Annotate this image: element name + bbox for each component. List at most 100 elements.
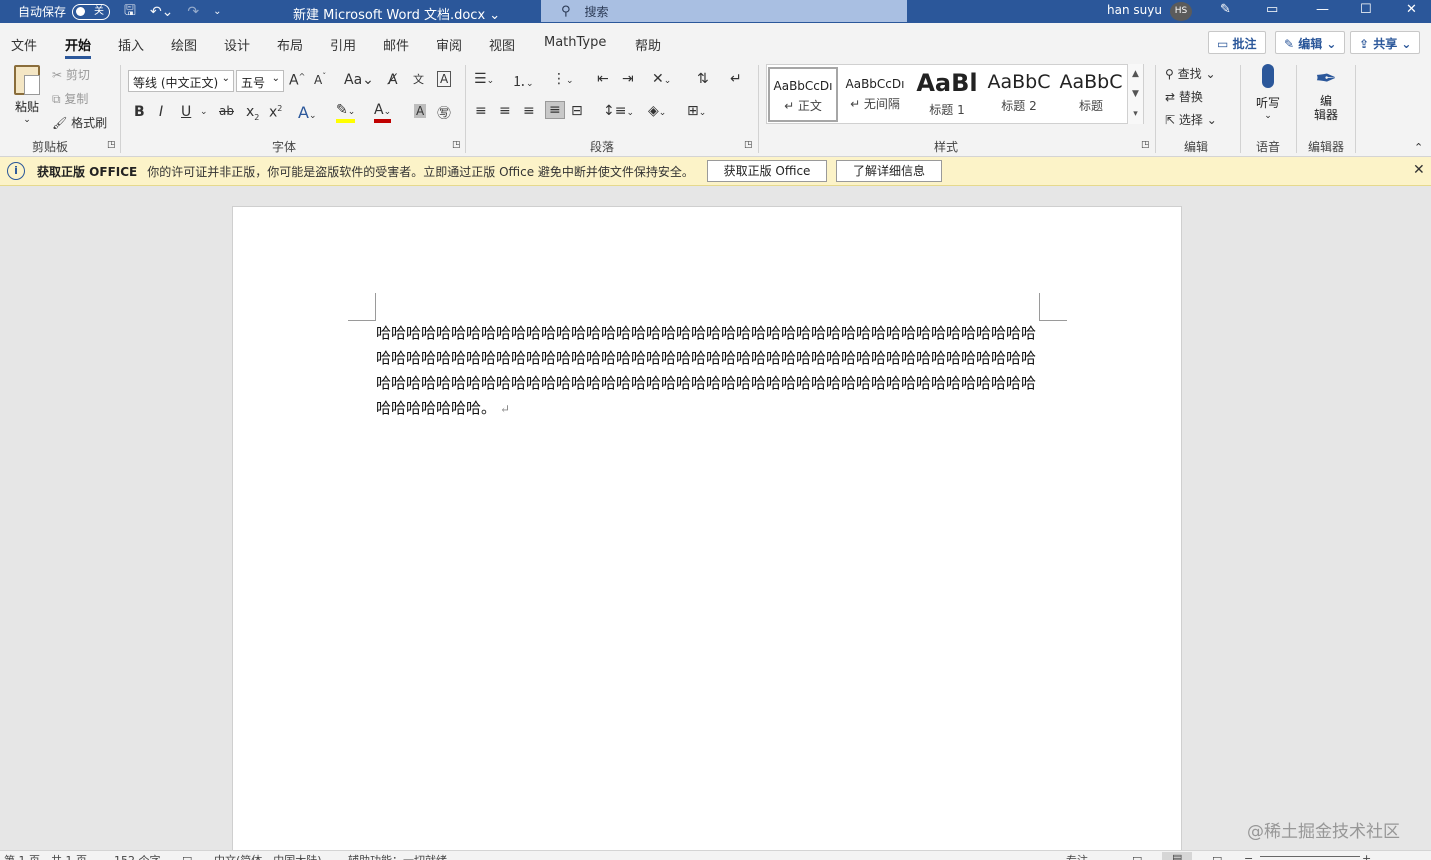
avatar[interactable]: HS [1170,2,1192,21]
underline-dropdown-icon[interactable]: ⌄ [200,107,208,117]
subscript-icon[interactable]: x2 [246,104,259,122]
style-heading-1[interactable]: AaBl 标题 1 [912,67,982,122]
zoom-out-icon[interactable]: − [1244,852,1253,860]
replace-button[interactable]: ⇄ 替换 [1165,88,1203,105]
multilevel-list-icon[interactable]: ⋮⌄ [552,71,574,87]
style-no-spacing[interactable]: AaBbCcDı ↵ 无间隔 [840,67,910,122]
document-paragraph[interactable]: 哈哈哈哈哈哈哈哈哈哈哈哈哈哈哈哈哈哈哈哈哈哈哈哈哈哈哈哈哈哈哈哈哈哈哈哈哈哈哈哈… [376,324,1036,417]
superscript-icon[interactable]: x2 [269,104,282,121]
clipboard-launcher-icon[interactable]: ◳ [107,140,116,150]
strikethrough-icon[interactable]: ab [219,104,234,118]
clear-format-icon[interactable]: A̸ [388,72,398,88]
scroll-down-icon[interactable]: ▼ [1128,84,1143,104]
tab-view[interactable]: 视图 [489,35,515,54]
ribbon-display-icon[interactable]: ▭ [1266,2,1278,17]
increase-indent-icon[interactable]: ⇥ [622,71,634,87]
align-left-icon[interactable]: ≡ [475,103,487,119]
get-genuine-office-button[interactable]: 获取正版 Office [707,160,827,182]
tab-home[interactable]: 开始 [65,35,92,59]
style-heading-2[interactable]: AaBbC 标题 2 [984,67,1054,122]
accessibility-status[interactable]: 辅助功能：一切就绪 [348,852,447,860]
editor-button[interactable]: ✒ 编 辑器 [1307,64,1345,122]
tab-design[interactable]: 设计 [224,35,250,54]
text-effects-icon[interactable]: A⌄ [298,103,317,122]
learn-more-button[interactable]: 了解详细信息 [836,160,942,182]
copy-button[interactable]: ⧉ 复制 [52,90,88,107]
format-painter-button[interactable]: 🖌 格式刷 [52,114,107,131]
minimize-icon[interactable]: — [1316,2,1329,17]
bullets-icon[interactable]: ☰⌄ [474,71,494,87]
font-family-select[interactable]: 等线 (中文正文) ⌄ [128,70,234,92]
cut-button[interactable]: ✂ 剪切 [52,66,90,83]
shrink-font-icon[interactable]: Aˇ [314,72,326,87]
collapse-ribbon-icon[interactable]: ⌃ [1414,141,1423,154]
tab-file[interactable]: 文件 [11,35,37,54]
proofing-icon[interactable]: ▭ [182,852,192,860]
phonetic-guide-icon[interactable]: 文 [413,71,424,87]
word-count[interactable]: 152 个字 [114,852,161,860]
line-spacing-icon[interactable]: ↕≡⌄ [603,103,634,119]
font-launcher-icon[interactable]: ◳ [452,140,461,150]
autosave-toggle[interactable]: 关 [72,3,111,20]
select-button[interactable]: ⇱ 选择 ⌄ [1165,111,1217,128]
page-count[interactable]: 第 1 页，共 1 页 [4,852,87,860]
grow-font-icon[interactable]: A^ [289,72,305,89]
comment-button[interactable]: ▭ 批注 [1208,31,1266,54]
character-border-icon[interactable]: A [437,71,452,87]
borders-icon[interactable]: ⊞⌄ [687,103,706,119]
enclose-characters-icon[interactable]: ㊢ [437,103,451,123]
align-center-icon[interactable]: ≡ [499,103,511,119]
style-normal[interactable]: AaBbCcDı ↵ 正文 [768,67,838,122]
document-title[interactable]: 新建 Microsoft Word 文档.docx ⌄ [293,4,500,23]
bold-icon[interactable]: B [134,104,145,120]
styles-gallery[interactable]: AaBbCcDı ↵ 正文 AaBbCcDı ↵ 无间隔 AaBl 标题 1 A… [766,64,1144,124]
shading-icon[interactable]: ◈⌄ [648,103,666,119]
customize-toolbar-icon[interactable]: ⌄ [213,6,221,17]
tab-mathtype[interactable]: MathType [544,35,606,50]
font-size-select[interactable]: 五号 ⌄ [236,70,284,92]
document-body[interactable]: 哈哈哈哈哈哈哈哈哈哈哈哈哈哈哈哈哈哈哈哈哈哈哈哈哈哈哈哈哈哈哈哈哈哈哈哈哈哈哈哈… [376,321,1046,422]
redo-icon[interactable]: ↷ [187,4,199,20]
underline-icon[interactable]: U [181,104,191,120]
user-name[interactable]: han suyu [1107,3,1162,17]
align-right-icon[interactable]: ≡ [523,103,535,119]
maximize-icon[interactable]: ☐ [1360,2,1372,17]
styles-more-icon[interactable]: ▾ [1128,104,1143,124]
change-case-button[interactable]: Aa⌄ [344,72,374,88]
pen-icon[interactable]: ✎ [1220,2,1231,17]
scroll-up-icon[interactable]: ▲ [1128,64,1143,84]
styles-scroll[interactable]: ▲ ▼ ▾ [1127,64,1143,124]
edit-mode-button[interactable]: ✎ 编辑 ⌄ [1275,31,1346,54]
tab-draw[interactable]: 绘图 [171,35,197,54]
font-color-icon[interactable]: A⌄ [374,103,392,123]
show-marks-icon[interactable]: ↵ [730,71,742,87]
chinese-layout-icon[interactable]: ✕⌄ [652,71,671,87]
tab-mailings[interactable]: 邮件 [383,35,409,54]
tab-insert[interactable]: 插入 [118,35,144,54]
italic-icon[interactable]: I [159,104,163,120]
document-page[interactable]: 哈哈哈哈哈哈哈哈哈哈哈哈哈哈哈哈哈哈哈哈哈哈哈哈哈哈哈哈哈哈哈哈哈哈哈哈哈哈哈哈… [232,206,1182,860]
language[interactable]: 中文(简体，中国大陆) [214,852,322,860]
save-icon[interactable]: 🖫 [124,0,136,24]
paragraph-launcher-icon[interactable]: ◳ [744,140,753,150]
close-icon[interactable]: ✕ [1406,2,1417,17]
character-shading-icon[interactable]: A [414,104,427,118]
web-layout-icon[interactable]: ▭ [1212,852,1222,860]
highlight-icon[interactable]: ✎⌄ [336,103,356,123]
zoom-slider[interactable] [1260,856,1360,857]
distributed-icon[interactable]: ⊟ [571,103,583,119]
find-button[interactable]: ⚲ 查找 ⌄ [1165,65,1216,82]
tab-review[interactable]: 审阅 [436,35,462,54]
justify-icon[interactable]: ≡ [545,101,565,119]
decrease-indent-icon[interactable]: ⇤ [597,71,609,87]
notice-close-icon[interactable]: ✕ [1413,162,1425,178]
tab-references[interactable]: 引用 [330,35,356,54]
autosave-control[interactable]: 自动保存 关 [18,3,111,20]
sort-icon[interactable]: ⇅ [697,71,709,87]
print-layout-icon[interactable]: ▤ [1162,852,1193,860]
search-box[interactable]: ⚲ 搜索 [541,0,907,22]
style-title[interactable]: AaBbC 标题 [1056,67,1126,122]
paste-button[interactable]: 粘贴 ⌄ [10,65,44,131]
focus-button[interactable]: 专注 [1066,852,1088,860]
zoom-in-icon[interactable]: + [1362,852,1371,860]
